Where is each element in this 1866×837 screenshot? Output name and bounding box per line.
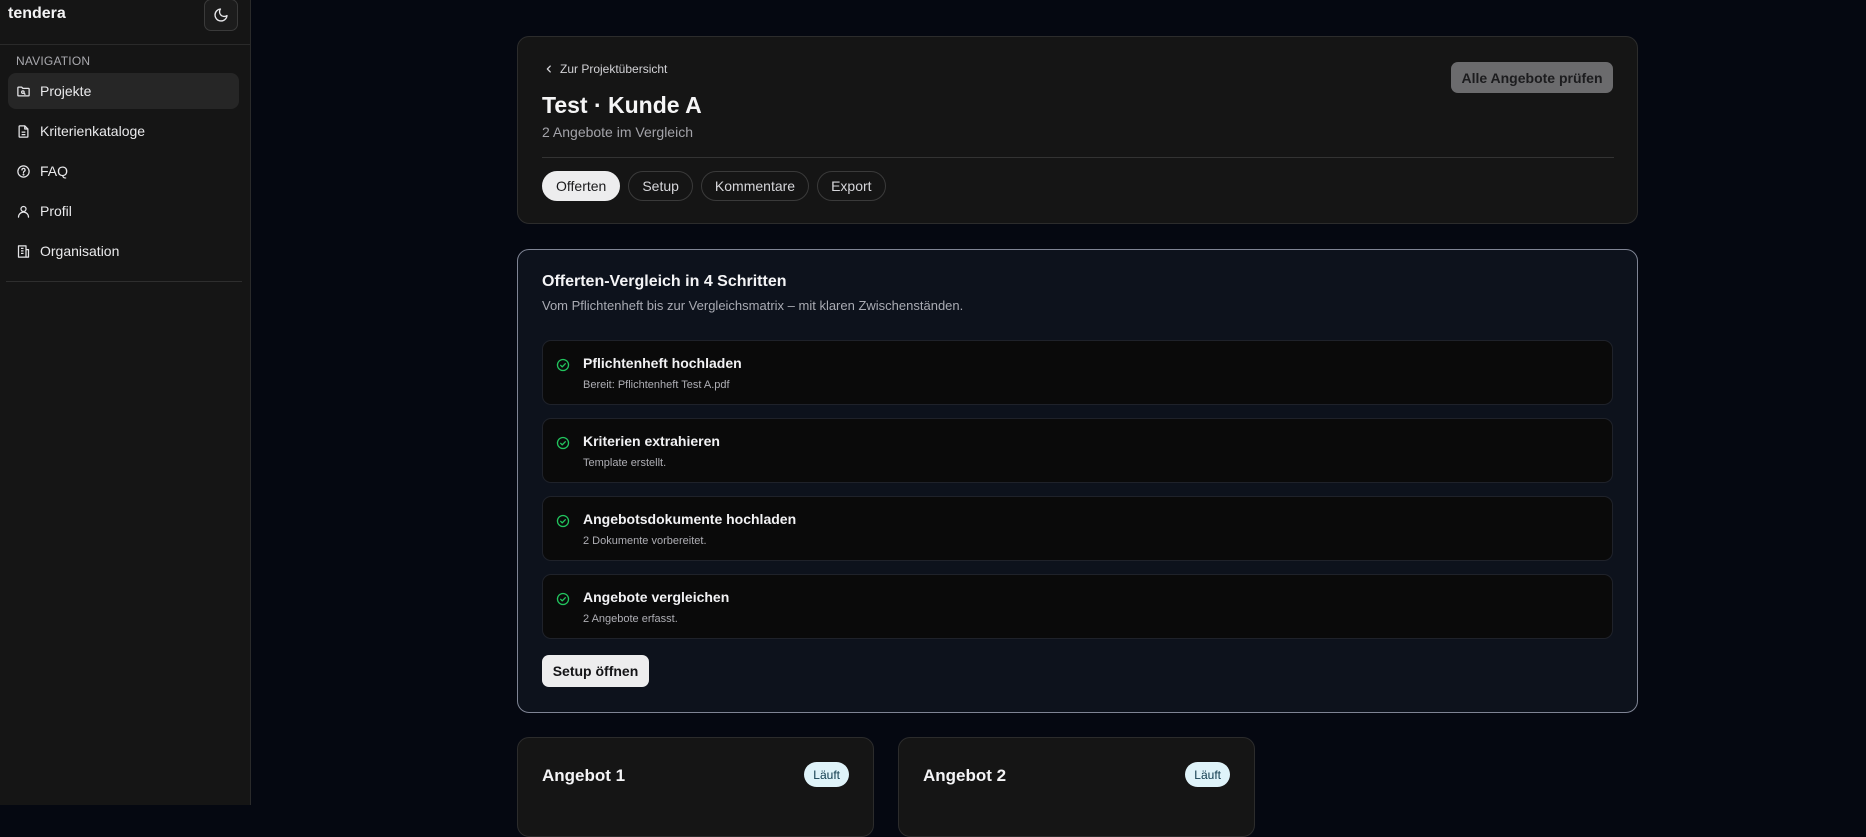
check-circle-icon [556,592,570,606]
sidebar-item-profil[interactable]: Profil [8,193,239,229]
folder-icon [17,86,30,96]
sidebar-divider [6,281,242,282]
step-title: Angebote vergleichen [583,589,730,605]
step-description: 2 Dokumente vorbereitet. [583,535,707,547]
step-title: Angebotsdokumente hochladen [583,511,797,527]
check-circle-icon [556,436,570,450]
step-description: 2 Angebote erfasst. [583,613,678,625]
back-link-label: Zur Projektübersicht [560,62,668,76]
offer-title: Angebot 2 [923,766,1007,785]
tab-kommentare[interactable]: Kommentare [700,171,810,201]
sidebar-item-label: Kriterienkataloge [40,123,146,139]
check-circle-icon [556,358,570,372]
moon-icon [214,8,228,22]
sidebar-item-kriterienkataloge[interactable]: Kriterienkataloge [8,113,239,149]
step-item: Pflichtenheft hochladen Bereit: Pflichte… [542,340,1613,405]
user-icon [17,205,30,218]
page-title: Test · Kunde A [542,92,702,118]
step-description: Bereit: Pflichtenheft Test A.pdf [583,379,730,391]
offer-card[interactable]: Angebot 1 Läuft [517,737,874,837]
help-circle-icon [17,164,30,178]
step-description: Template erstellt. [583,457,667,469]
step-item: Kriterien extrahieren Template erstellt. [542,418,1613,483]
theme-toggle-button[interactable] [204,0,238,31]
step-item: Angebotsdokumente hochladen 2 Dokumente … [542,496,1613,561]
tab-export[interactable]: Export [817,171,886,201]
steps-card: Offerten-Vergleich in 4 Schritten Vom Pf… [517,249,1638,713]
nav-heading: NAVIGATION [16,54,91,68]
tab-offerten[interactable]: Offerten [542,171,621,201]
status-badge: Läuft [804,762,849,787]
header-divider [542,157,1614,158]
back-link[interactable]: Zur Projektübersicht [544,62,667,76]
sidebar-item-label: Profil [40,203,72,219]
sidebar-item-projekte[interactable]: Projekte [8,73,239,109]
sidebar-item-faq[interactable]: FAQ [8,153,239,189]
sidebar-item-label: FAQ [40,163,69,179]
steps-subtitle: Vom Pflichtenheft bis zur Vergleichsmatr… [542,298,964,313]
tab-setup[interactable]: Setup [628,171,693,201]
check-all-offers-button[interactable]: Alle Angebote prüfen [1451,62,1613,93]
brand-logo[interactable]: tendera [8,5,66,23]
offer-title: Angebot 1 [542,766,626,785]
step-title: Kriterien extrahieren [583,433,720,449]
open-setup-button[interactable]: Setup öffnen [542,655,649,687]
page-subtitle: 2 Angebote im Vergleich [542,124,693,140]
project-tabs: Offerten Setup Kommentare Export [542,171,886,201]
sidebar-item-label: Projekte [40,83,92,99]
step-title: Pflichtenheft hochladen [583,355,742,371]
chevron-left-icon [546,65,551,73]
document-icon [18,124,29,138]
steps-title: Offerten-Vergleich in 4 Schritten [542,273,787,290]
sidebar: tendera NAVIGATION Projekte Kriterienkat… [0,0,251,805]
sidebar-item-label: Organisation [40,243,120,259]
sidebar-header: tendera [0,0,250,45]
project-header-card: Zur Projektübersicht Test · Kunde A 2 An… [517,36,1638,224]
check-circle-icon [556,514,570,528]
sidebar-item-organisation[interactable]: Organisation [8,233,239,269]
step-item: Angebote vergleichen 2 Angebote erfasst. [542,574,1613,639]
offer-card[interactable]: Angebot 2 Läuft [898,737,1255,837]
building-icon [17,244,30,258]
status-badge: Läuft [1185,762,1230,787]
